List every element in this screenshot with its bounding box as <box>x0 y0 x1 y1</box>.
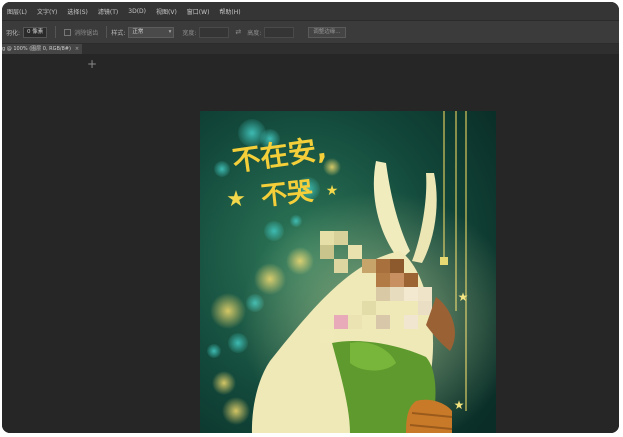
photoshop-window: 图层(L) 文字(Y) 选择(S) 滤镜(T) 3D(D) 视图(V) 窗口(W… <box>2 2 619 433</box>
antialias-checkbox[interactable] <box>64 28 72 36</box>
refine-edge-button[interactable]: 调整边缘... <box>308 26 346 38</box>
menu-help[interactable]: 帮助(H) <box>214 7 245 16</box>
width-label: 宽度: <box>182 29 197 37</box>
style-select[interactable]: 正常 ▾ <box>128 26 175 38</box>
artwork-illustration: ★ ★ ★ ★ 不在安, 不哭 <box>200 111 496 433</box>
close-icon[interactable]: × <box>75 46 79 52</box>
options-bar: 羽化: 0 像素 消除锯齿 样式: 正常 ▾ 宽度: ⇄ 高度: 调整边缘... <box>2 21 619 44</box>
menu-3d[interactable]: 3D(D) <box>123 8 151 15</box>
menu-select[interactable]: 选择(S) <box>62 7 93 16</box>
separator <box>55 26 57 38</box>
canvas-workspace[interactable]: + ★ ★ 不在安, 不哭 <box>2 54 619 433</box>
star-icon: ★ <box>226 187 246 212</box>
star-icon: ★ <box>326 183 339 199</box>
menu-window[interactable]: 窗口(W) <box>182 7 215 16</box>
chevron-down-icon: ▾ <box>168 28 172 35</box>
bokeh-light <box>212 371 236 395</box>
height-input[interactable] <box>264 26 295 38</box>
document-canvas[interactable]: ★ ★ ★ ★ 不在安, 不哭 <box>200 111 496 433</box>
style-value: 正常 <box>132 28 144 35</box>
style-label: 样式: <box>111 29 126 37</box>
swap-icon[interactable]: ⇄ <box>235 28 241 36</box>
feather-label: 羽化: <box>6 29 21 37</box>
bokeh-light <box>222 397 250 425</box>
menu-type[interactable]: 文字(Y) <box>32 7 62 16</box>
document-tab-label: g @ 100% (图层 0, RGB/8#) <box>2 46 71 52</box>
document-tab[interactable]: g @ 100% (图层 0, RGB/8#) × <box>2 44 83 54</box>
menu-filter[interactable]: 滤镜(T) <box>93 7 123 16</box>
feather-input[interactable]: 0 像素 <box>23 26 48 38</box>
menu-view[interactable]: 视图(V) <box>151 7 182 16</box>
bokeh-light <box>207 344 221 358</box>
menu-layer[interactable]: 图层(L) <box>2 7 32 16</box>
document-tab-bar: g @ 100% (图层 0, RGB/8#) × <box>2 44 619 54</box>
plus-cursor-icon: + <box>87 57 98 71</box>
separator <box>106 26 108 38</box>
antialias-label: 消除锯齿 <box>74 29 99 37</box>
menu-bar: 图层(L) 文字(Y) 选择(S) 滤镜(T) 3D(D) 视图(V) 窗口(W… <box>2 2 619 21</box>
height-label: 高度: <box>247 29 262 37</box>
artwork-text-line2: 不哭 <box>260 177 316 212</box>
width-input[interactable] <box>199 26 230 38</box>
bokeh-light <box>214 161 230 177</box>
